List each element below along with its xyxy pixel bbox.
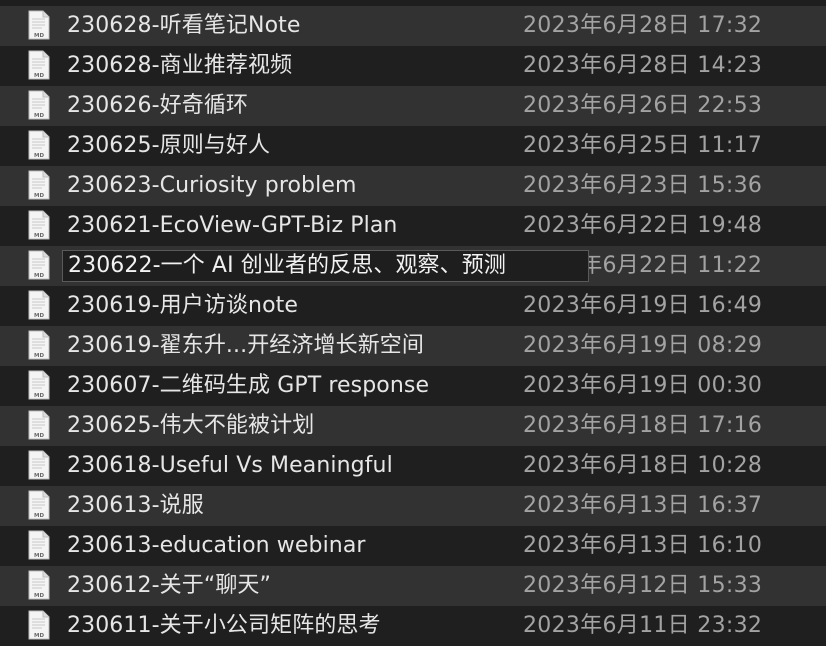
- file-name: 230607-二维码生成 GPT response: [67, 373, 430, 398]
- file-row[interactable]: MD 230622-一个 AI 创业者的反思、观察、预测 2023年6月22日 11…: [0, 246, 826, 286]
- md-badge: MD: [34, 73, 44, 79]
- file-name: 230612-关于“聊天”: [67, 573, 272, 598]
- file-name: 230611-关于小公司矩阵的思考: [67, 613, 381, 638]
- file-date-modified: 2023年6月19日 16:49: [523, 293, 763, 318]
- file-row[interactable]: MD 230619-用户访谈note 2023年6月19日 16:49: [0, 286, 826, 326]
- md-badge: MD: [34, 473, 44, 479]
- file-name: 230625-伟大不能被计划: [67, 413, 315, 438]
- md-file-icon: MD: [28, 490, 50, 520]
- md-file-icon: MD: [28, 530, 50, 560]
- file-name: 230628-商业推荐视频: [67, 53, 293, 78]
- file-name: 230613-education webinar: [67, 533, 366, 558]
- file-name: 230626-好奇循环: [67, 93, 249, 118]
- file-row[interactable]: MD 230625-伟大不能被计划 2023年6月18日 17:16: [0, 406, 826, 446]
- file-date-modified: 2023年6月28日 17:32: [523, 13, 763, 38]
- file-row[interactable]: MD 230618-Useful Vs Meaningful 2023年6月18日 …: [0, 446, 826, 486]
- md-file-icon: MD: [28, 290, 50, 320]
- file-row[interactable]: MD 230628-听看笔记Note 2023年6月28日 17:32: [0, 6, 826, 46]
- file-row[interactable]: MD 230628-商业推荐视频 2023年6月28日 14:23: [0, 46, 826, 86]
- md-file-icon: MD: [28, 130, 50, 160]
- md-file-icon: MD: [28, 250, 50, 280]
- file-name: 230621-EcoView-GPT-Biz Plan: [67, 213, 398, 238]
- file-date-modified: 2023年6月18日 17:16: [523, 413, 763, 438]
- file-date-modified: 2023年6月25日 11:17: [523, 133, 763, 158]
- md-badge: MD: [34, 633, 44, 639]
- file-date-modified: 2023年6月23日 15:36: [523, 173, 763, 198]
- file-date-modified: 2023年6月26日 22:53: [523, 93, 763, 118]
- file-row[interactable]: MD 230613-说服 2023年6月13日 16:37: [0, 486, 826, 526]
- file-date-modified: 2023年6月19日 00:30: [523, 373, 763, 398]
- file-row[interactable]: MD 230625-原则与好人 2023年6月25日 11:17: [0, 126, 826, 166]
- md-badge: MD: [34, 113, 44, 119]
- md-badge: MD: [34, 153, 44, 159]
- md-badge: MD: [34, 273, 44, 279]
- file-row[interactable]: MD 230623-Curiosity problem 2023年6月23日 15:…: [0, 166, 826, 206]
- file-row[interactable]: MD 230619-翟东升...开经济增长新空间 2023年6月19日 08:29: [0, 326, 826, 366]
- file-date-modified: 2023年6月12日 15:33: [523, 573, 763, 598]
- file-row[interactable]: MD 230611-关于小公司矩阵的思考 2023年6月11日 23:32: [0, 606, 826, 646]
- file-date-modified: 2023年6月19日 08:29: [523, 333, 763, 358]
- md-badge: MD: [34, 393, 44, 399]
- md-file-icon: MD: [28, 410, 50, 440]
- md-badge: MD: [34, 353, 44, 359]
- file-date-modified: 2023年6月13日 16:10: [523, 533, 763, 558]
- file-list: MD 230628-听看笔记Note 2023年6月28日 17:32 MD 23062…: [0, 0, 826, 646]
- file-date-modified: 2023年6月13日 16:37: [523, 493, 763, 518]
- md-file-icon: MD: [28, 370, 50, 400]
- file-name: 230623-Curiosity problem: [67, 173, 357, 198]
- md-badge: MD: [34, 233, 44, 239]
- md-badge: MD: [34, 513, 44, 519]
- file-row[interactable]: MD 230612-关于“聊天” 2023年6月12日 15:33: [0, 566, 826, 606]
- md-file-icon: MD: [28, 90, 50, 120]
- file-row[interactable]: MD 230626-好奇循环 2023年6月26日 22:53: [0, 86, 826, 126]
- file-row[interactable]: MD 230607-二维码生成 GPT response 2023年6月19日 00…: [0, 366, 826, 406]
- md-badge: MD: [34, 193, 44, 199]
- md-badge: MD: [34, 593, 44, 599]
- file-date-modified: 2023年6月11日 23:32: [523, 613, 763, 638]
- file-date-modified: 2023年6月28日 14:23: [523, 53, 763, 78]
- md-badge: MD: [34, 313, 44, 319]
- md-file-icon: MD: [28, 210, 50, 240]
- md-file-icon: MD: [28, 170, 50, 200]
- file-row[interactable]: MD 230621-EcoView-GPT-Biz Plan 2023年6月22日 …: [0, 206, 826, 246]
- file-date-modified: 2023年6月18日 10:28: [523, 453, 763, 478]
- md-badge: MD: [34, 553, 44, 559]
- md-file-icon: MD: [28, 10, 50, 40]
- md-file-icon: MD: [28, 450, 50, 480]
- md-file-icon: MD: [28, 570, 50, 600]
- file-name-edit-field[interactable]: 230622-一个 AI 创业者的反思、观察、预测: [62, 250, 589, 282]
- file-name: 230625-原则与好人: [67, 133, 271, 158]
- file-row[interactable]: MD 230613-education webinar 2023年6月13日 16:…: [0, 526, 826, 566]
- file-name: 230628-听看笔记Note: [67, 13, 301, 38]
- file-name: 230619-翟东升...开经济增长新空间: [67, 333, 425, 358]
- file-date-modified: 2023年6月22日 19:48: [523, 213, 763, 238]
- md-file-icon: MD: [28, 50, 50, 80]
- md-badge: MD: [34, 433, 44, 439]
- md-badge: MD: [34, 33, 44, 39]
- file-name: 230618-Useful Vs Meaningful: [67, 453, 393, 478]
- file-name: 230619-用户访谈note: [67, 293, 298, 318]
- file-name: 230613-说服: [67, 493, 204, 518]
- md-file-icon: MD: [28, 330, 50, 360]
- md-file-icon: MD: [28, 610, 50, 640]
